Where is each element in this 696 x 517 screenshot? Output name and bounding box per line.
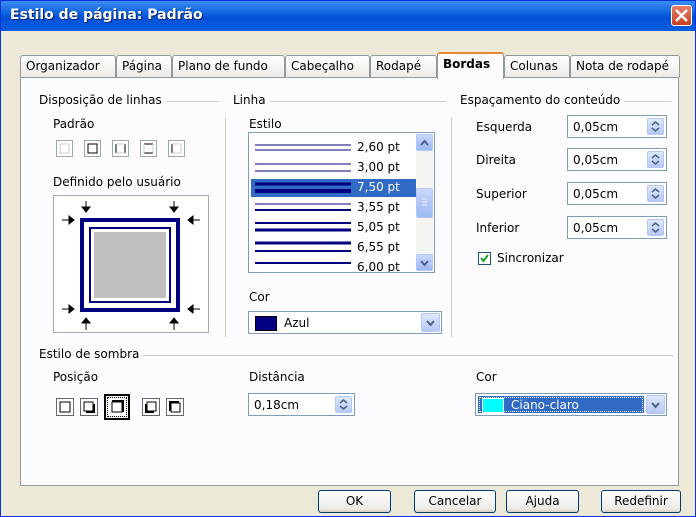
spin-button[interactable] [647, 118, 664, 135]
tab-colunas[interactable]: Colunas [504, 55, 570, 77]
shadow-color-select[interactable]: Ciano-claro [475, 393, 667, 416]
scroll-down-button[interactable] [416, 254, 433, 271]
line-group-label: Linha [233, 93, 270, 107]
shadow-distance-field[interactable]: 0,18cm [248, 393, 355, 416]
bottom-label: Inferior [476, 221, 520, 235]
ok-button[interactable]: OK [318, 490, 391, 513]
close-button[interactable] [671, 5, 692, 26]
shadow-group-label: Estilo de sombra [39, 347, 144, 361]
border-preview[interactable] [53, 195, 209, 333]
chevron-down-icon [426, 320, 435, 327]
line-color-select[interactable]: Azul [248, 311, 442, 334]
top-spacing-field[interactable]: 0,05cm [567, 182, 667, 205]
default-label: Padrão [53, 117, 95, 131]
preset-box[interactable] [84, 140, 101, 157]
sync-label: Sincronizar [497, 251, 564, 265]
shadow-top-right-button[interactable] [104, 394, 130, 420]
list-item[interactable]: 6,00 pt [251, 259, 417, 272]
chevron-up-icon [420, 139, 429, 146]
spin-arrows-icon [651, 154, 660, 165]
shadow-position-label: Posição [53, 370, 99, 384]
preset-left[interactable] [168, 140, 185, 157]
sync-checkbox[interactable] [478, 252, 491, 265]
list-item[interactable]: 5,05 pt [251, 219, 417, 237]
spin-arrows-icon [651, 222, 660, 233]
tab-organizador[interactable]: Organizador [20, 55, 116, 77]
line-arrangement-label: Disposição de linhas [39, 93, 166, 107]
line-style-scrollbar[interactable] [416, 134, 433, 271]
help-button[interactable]: Ajuda [506, 490, 579, 513]
dropdown-button[interactable] [421, 313, 440, 332]
tab-bordas[interactable]: Bordas [437, 52, 504, 79]
line-color-value: Azul [284, 316, 310, 330]
shadow-bottom-right-button[interactable] [80, 398, 98, 416]
line-style-list[interactable]: 2,60 pt 3,00 pt 7,50 pt 3,55 pt 5,05 pt … [248, 132, 435, 273]
color-swatch [255, 316, 277, 331]
list-item[interactable]: 6,55 pt [251, 239, 417, 257]
cancel-button[interactable]: Cancelar [414, 490, 496, 513]
shadow-top-left-button[interactable] [166, 398, 184, 416]
spin-arrows-icon [339, 399, 348, 410]
title-bar: Estilo de página: Padrão [1, 1, 695, 31]
shadow-color-value: Ciano-claro [511, 398, 579, 412]
close-icon [675, 9, 688, 22]
chevron-down-icon [651, 402, 660, 409]
shadow-distance-label: Distância [249, 370, 305, 384]
line-color-label: Cor [249, 290, 270, 304]
user-defined-label: Definido pelo usuário [53, 175, 181, 189]
tab-pagina[interactable]: Página [116, 55, 172, 77]
dropdown-button[interactable] [646, 395, 665, 414]
dialog-window: Estilo de página: Padrão Organizador Pág… [0, 0, 696, 517]
list-item[interactable]: 2,60 pt [251, 139, 417, 157]
shadow-bottom-left-button[interactable] [142, 398, 160, 416]
bottom-spacing-field[interactable]: 0,05cm [567, 216, 667, 239]
top-label: Superior [476, 187, 527, 201]
tab-rodape[interactable]: Rodapé [370, 55, 437, 77]
left-spacing-field[interactable]: 0,05cm [567, 115, 667, 138]
shadow-color-label: Cor [476, 370, 497, 384]
line-style-label: Estilo [249, 117, 282, 131]
tab-nota-de-rodape[interactable]: Nota de rodapé [570, 55, 680, 77]
preset-left-right[interactable] [112, 140, 129, 157]
spin-button[interactable] [647, 185, 664, 202]
checkmark-icon [480, 254, 489, 263]
spin-button[interactable] [335, 396, 352, 413]
reset-button[interactable]: Redefinir [601, 490, 681, 513]
border-preview-canvas [62, 201, 200, 330]
left-label: Esquerda [476, 120, 533, 134]
spin-button[interactable] [647, 151, 664, 168]
color-swatch [482, 398, 504, 413]
list-item[interactable]: 3,55 pt [251, 199, 417, 217]
spacing-group-label: Espaçamento do conteúdo [460, 93, 625, 107]
chevron-down-icon [420, 260, 429, 267]
list-item-selected[interactable]: 7,50 pt [251, 179, 417, 197]
spin-arrows-icon [651, 188, 660, 199]
tab-plano-de-fundo[interactable]: Plano de fundo [172, 55, 285, 77]
tab-cabecalho[interactable]: Cabeçalho [285, 55, 370, 77]
list-item[interactable]: 3,00 pt [251, 159, 417, 177]
scroll-up-button[interactable] [416, 134, 433, 151]
spin-arrows-icon [651, 121, 660, 132]
preset-none[interactable] [56, 140, 73, 157]
preset-top-bottom[interactable] [140, 140, 157, 157]
right-label: Direita [476, 153, 517, 167]
spin-button[interactable] [647, 219, 664, 236]
scroll-thumb[interactable] [416, 188, 433, 218]
right-spacing-field[interactable]: 0,05cm [567, 148, 667, 171]
window-title: Estilo de página: Padrão [10, 7, 203, 23]
shadow-none-button[interactable] [56, 398, 74, 416]
